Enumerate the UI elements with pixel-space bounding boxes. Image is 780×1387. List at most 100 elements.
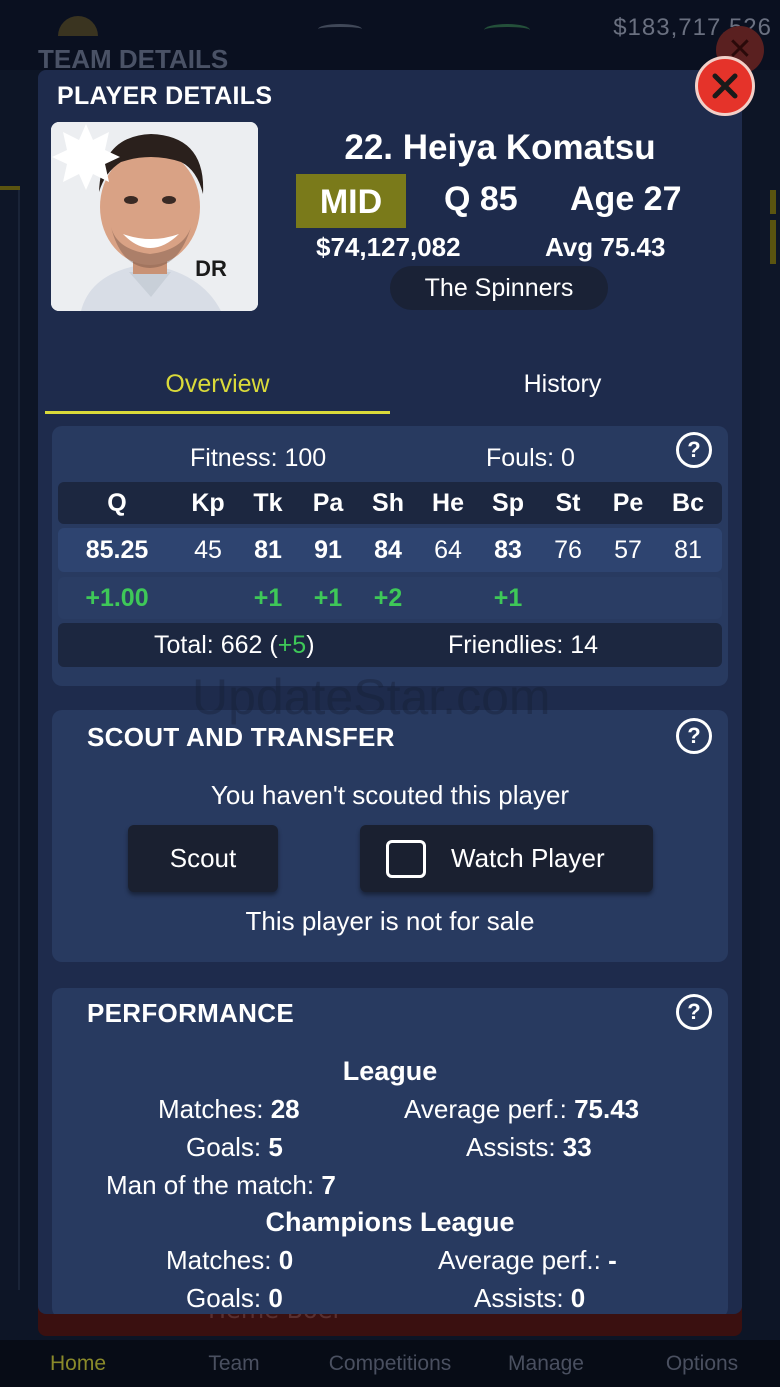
stats-help-icon[interactable]: ?	[676, 432, 712, 468]
position-badge: MID	[296, 174, 406, 228]
tab-overview[interactable]: Overview	[45, 362, 390, 414]
performance-panel: PERFORMANCE ? League Matches: 28 Average…	[52, 988, 728, 1314]
nav-manage[interactable]: Manage	[468, 1340, 624, 1387]
stat-header: Tk	[253, 488, 283, 517]
club-logo-icon	[484, 24, 530, 36]
stat-header: Sh	[372, 488, 404, 517]
stat-header: Bc	[672, 488, 704, 517]
champions-heading: Champions League	[265, 1207, 515, 1237]
watch-player-button[interactable]: Watch Player	[360, 825, 653, 892]
stat-header: St	[555, 488, 581, 517]
close-button[interactable]	[695, 56, 755, 116]
nav-competitions[interactable]: Competitions	[312, 1340, 468, 1387]
close-icon	[712, 73, 738, 99]
stat-value: 84	[374, 535, 402, 564]
league-motm-label: Man of the match:	[106, 1170, 322, 1200]
performance-help-icon[interactable]: ?	[676, 994, 712, 1030]
watch-player-label: Watch Player	[451, 843, 605, 873]
champions-assists: Assists: 0	[474, 1283, 585, 1314]
nav-options[interactable]: Options	[624, 1340, 780, 1387]
player-avatar: DR	[51, 122, 258, 311]
stat-header: Q	[107, 488, 127, 517]
league-matches: Matches: 28	[158, 1094, 300, 1125]
league-assists: Assists: 33	[466, 1132, 592, 1163]
player-name: 22. Heiya Komatsu	[344, 128, 656, 167]
player-value: $74,127,082	[316, 232, 461, 262]
watch-checkbox[interactable]	[386, 840, 426, 878]
special-ability-badge-label: DR	[195, 256, 227, 281]
scout-message: You haven't scouted this player	[210, 780, 570, 810]
stat-value: 76	[554, 535, 582, 564]
stat-change: +1	[493, 583, 523, 612]
stats-total-row: Total: 662 (+5) Friendlies: 14	[58, 623, 722, 667]
club-logo-icon	[318, 24, 362, 34]
stat-value: 81	[254, 535, 282, 564]
player-quality: Q 85	[444, 180, 518, 218]
stat-change: +1	[253, 583, 283, 612]
league-assists-label: Assists:	[466, 1132, 563, 1162]
stats-changes-row: +1.00 +1 +1 +2 +1	[58, 577, 722, 619]
player-average: Avg 75.43	[545, 232, 666, 262]
league-avg-perf: Average perf.: 75.43	[404, 1094, 639, 1125]
league-motm: Man of the match: 7	[106, 1170, 336, 1201]
stat-value: 64	[434, 535, 462, 564]
background-panel-right	[760, 190, 780, 1290]
champions-goals-value: 0	[268, 1283, 283, 1313]
stat-change: +2	[373, 583, 403, 612]
nav-home[interactable]: Home	[0, 1340, 156, 1387]
background-accent	[770, 220, 776, 264]
player-age: Age 27	[570, 180, 682, 218]
champions-assists-value: 0	[570, 1283, 586, 1313]
league-motm-value: 7	[321, 1170, 336, 1200]
league-goals-value: 5	[268, 1132, 283, 1162]
champions-matches-value: 0	[278, 1245, 294, 1275]
player-details-modal: PLAYER DETAILS DR 22. Heiya Komatsu MID …	[38, 70, 742, 1314]
detail-tabs: Overview History	[45, 362, 735, 414]
nav-team[interactable]: Team	[156, 1340, 312, 1387]
stat-value: 85.25	[85, 535, 149, 564]
total-change: +5	[277, 630, 307, 659]
league-goals-label: Goals:	[186, 1132, 269, 1162]
league-avg-label: Average perf.:	[404, 1094, 575, 1124]
background-panel-left	[0, 190, 20, 1290]
player-team-button[interactable]: The Spinners	[390, 266, 608, 310]
champions-assists-label: Assists:	[474, 1283, 571, 1313]
champions-avg-perf: Average perf.: -	[438, 1245, 617, 1276]
champions-goals: Goals: 0	[186, 1283, 283, 1314]
league-heading: League	[342, 1056, 438, 1086]
stat-header: Pa	[312, 488, 344, 517]
total-skill: Total: 662 (+5)	[154, 631, 315, 660]
scout-help-icon[interactable]: ?	[676, 718, 712, 754]
fouls-label: Fouls: 0	[486, 444, 575, 472]
champions-matches-label: Matches:	[166, 1245, 279, 1275]
league-matches-value: 28	[270, 1094, 300, 1124]
champions-goals-label: Goals:	[186, 1283, 269, 1313]
champions-matches: Matches: 0	[166, 1245, 293, 1276]
stats-values-row: 85.25 45 81 91 84 64 83 76 57 81	[58, 528, 722, 572]
champions-avg-label: Average perf.:	[438, 1245, 609, 1275]
league-assists-value: 33	[562, 1132, 592, 1162]
friendlies-count: Friendlies: 14	[448, 630, 599, 659]
sale-status: This player is not for sale	[245, 906, 535, 936]
stat-value: 81	[674, 535, 702, 564]
stat-value: 45	[194, 535, 222, 564]
league-matches-label: Matches:	[158, 1094, 271, 1124]
scout-panel-title: SCOUT AND TRANSFER	[87, 722, 395, 752]
stat-header: Sp	[492, 488, 524, 517]
fitness-label: Fitness: 100	[190, 444, 327, 472]
stat-change: +1	[313, 583, 343, 612]
tab-history[interactable]: History	[390, 362, 735, 414]
stat-header: He	[432, 488, 464, 517]
stat-value: 83	[494, 535, 522, 564]
league-avg-value: 75.43	[574, 1094, 640, 1124]
champions-avg-value: -	[608, 1245, 617, 1275]
total-prefix: Total: 662 (	[154, 630, 278, 659]
scout-button[interactable]: Scout	[128, 825, 278, 892]
stat-value: 57	[614, 535, 642, 564]
stat-value: 91	[314, 535, 342, 564]
stat-change: +1.00	[85, 583, 149, 612]
background-accent	[770, 190, 776, 214]
performance-title: PERFORMANCE	[87, 998, 294, 1028]
background-accent	[0, 186, 20, 190]
bottom-nav: Home Team Competitions Manage Options	[0, 1340, 780, 1387]
